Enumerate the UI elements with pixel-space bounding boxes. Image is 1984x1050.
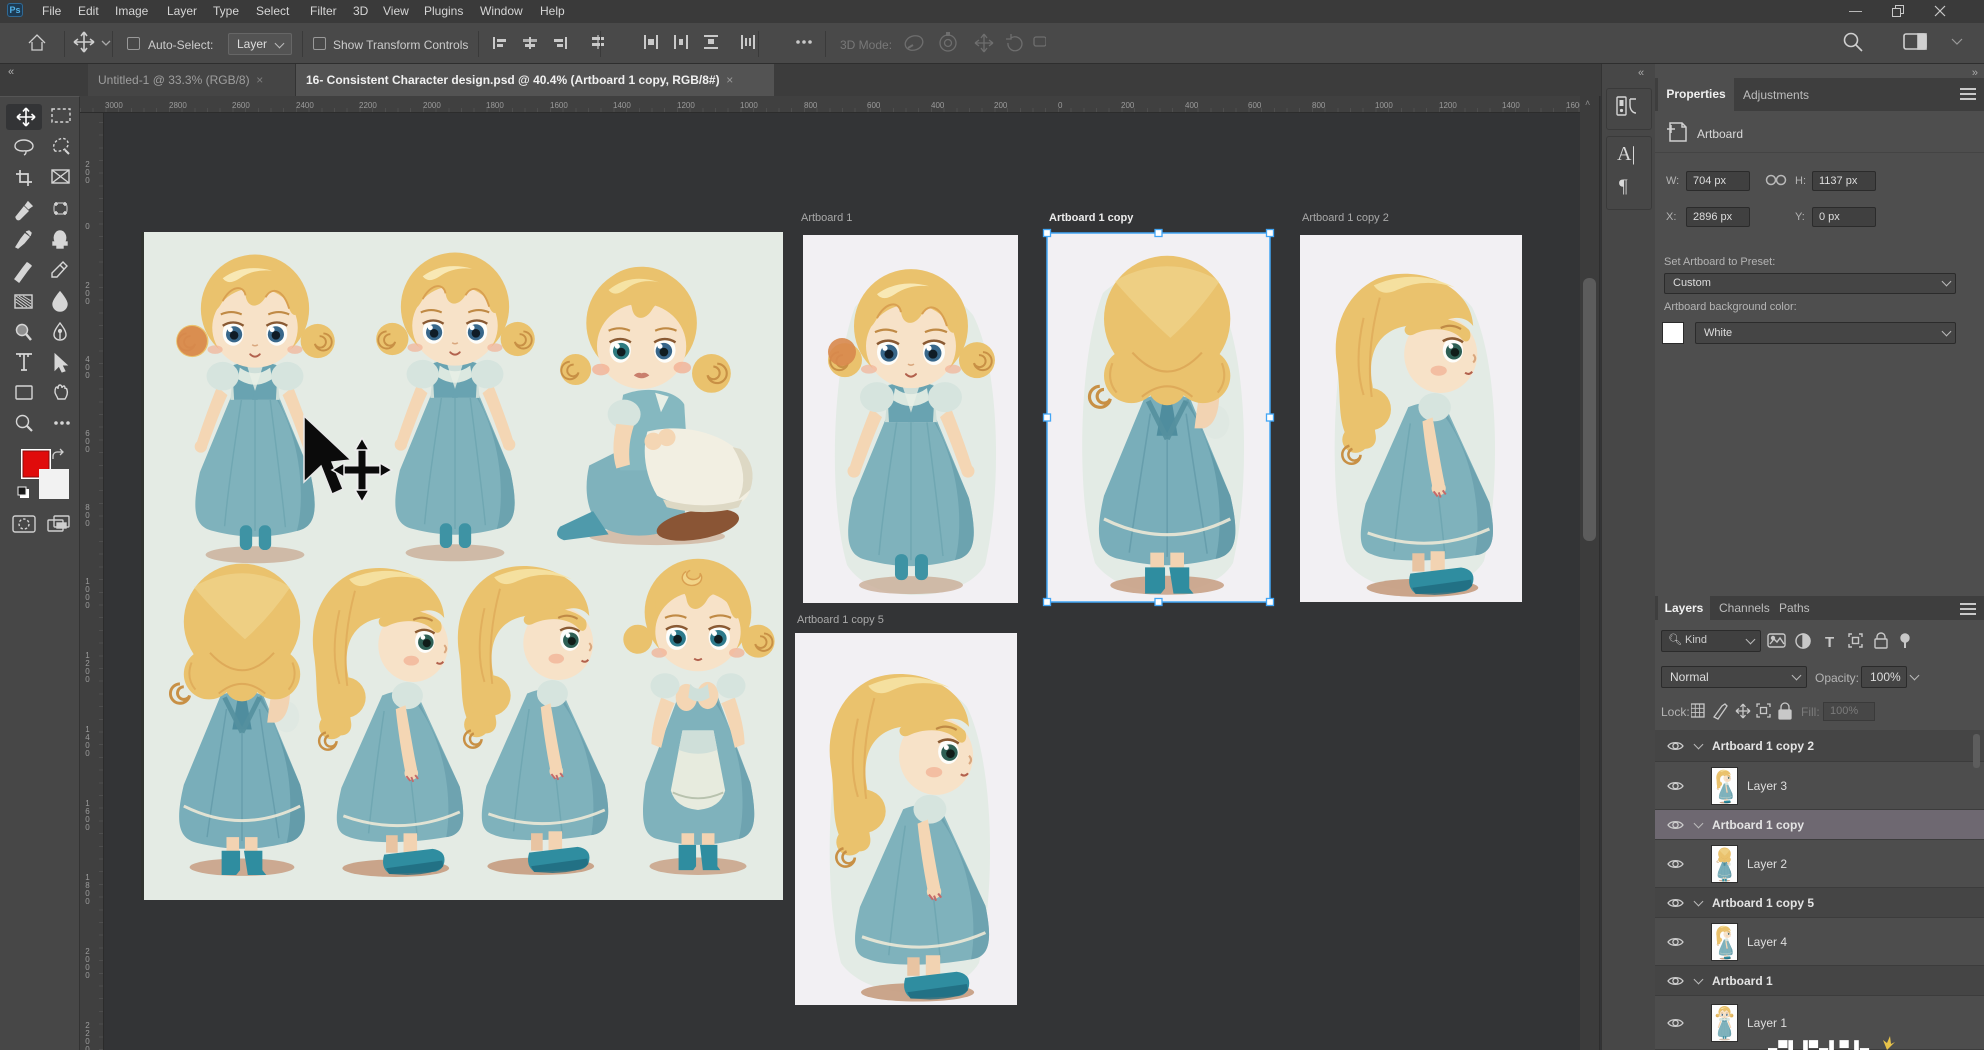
svg-text:A|: A|	[1617, 143, 1635, 165]
svg-text:T: T	[1825, 634, 1834, 650]
svg-text:¶: ¶	[1619, 176, 1628, 197]
